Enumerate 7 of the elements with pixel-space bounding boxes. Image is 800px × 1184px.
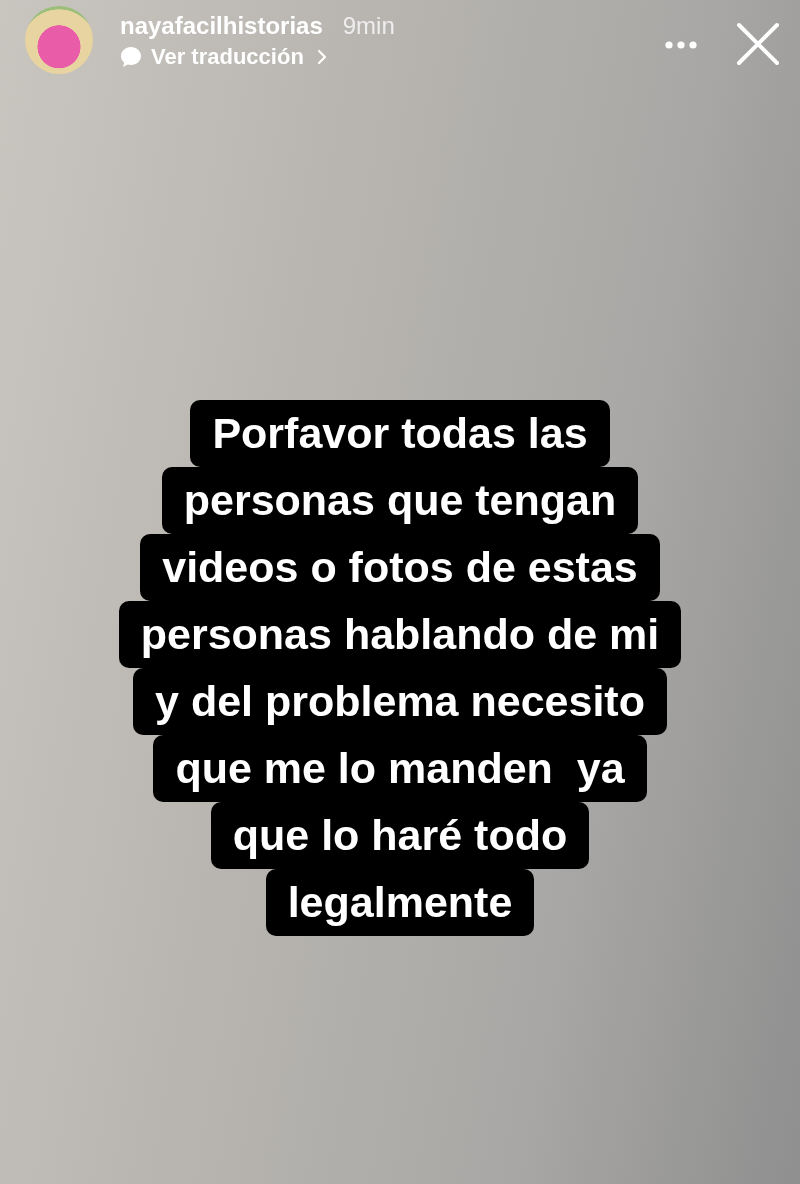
more-options-icon[interactable] xyxy=(664,40,698,50)
speech-bubble-icon xyxy=(120,46,142,68)
chevron-right-icon xyxy=(316,49,327,65)
post-time: 9min xyxy=(342,12,395,40)
close-icon[interactable] xyxy=(736,22,780,66)
translate-link[interactable]: Ver traducción xyxy=(151,44,304,70)
username[interactable]: nayafacilhistorias xyxy=(120,12,323,40)
